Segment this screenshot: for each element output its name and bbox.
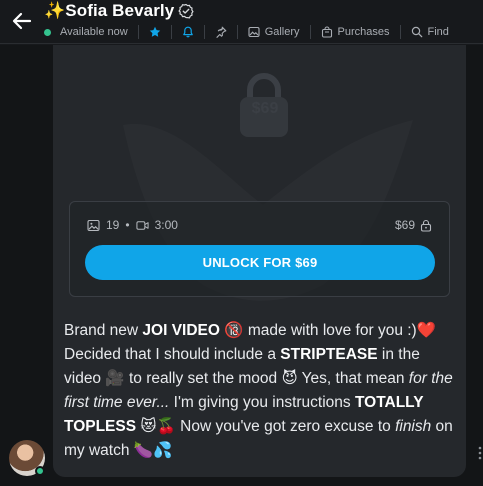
chat-header: ✨Sofia Bevarly Available now Gallery Pur…: [0, 0, 483, 44]
price-text: $69: [394, 218, 415, 232]
media-count: 19: [106, 218, 120, 232]
message-text: Brand new JOI VIDEO 🔞 made with love for…: [64, 319, 459, 463]
lock-icon: [420, 219, 432, 232]
title-row: ✨Sofia Bevarly: [44, 0, 194, 22]
message-bubble: $69 19 • 3:00 $69 UNLOCK FOR $69 Brand n…: [53, 45, 466, 477]
tab-label: Purchases: [337, 26, 390, 38]
divider: [309, 25, 311, 39]
search-icon: [411, 26, 422, 38]
media-meta: 19 • 3:00: [87, 218, 178, 232]
pin-icon[interactable]: [215, 26, 227, 38]
online-status-dot: [44, 28, 51, 36]
bold-segment: STRIPTEASE: [280, 346, 378, 363]
locked-media-preview[interactable]: $69 19 • 3:00 $69 UNLOCK FOR $69: [53, 45, 466, 320]
creator-name[interactable]: ✨Sofia Bevarly: [44, 1, 174, 21]
text-segment: Brand new: [64, 322, 143, 339]
dots-icon[interactable]: [478, 446, 482, 460]
italic-segment: finish: [395, 418, 432, 435]
price-tag: $69: [395, 218, 432, 232]
text-segment: 😻🍒 Now you've got zero excuse to: [136, 418, 396, 435]
price-watermark: $69: [251, 100, 279, 117]
tab-label: Find: [427, 26, 449, 38]
chat-area: $69 19 • 3:00 $69 UNLOCK FOR $69 Brand n…: [0, 45, 483, 486]
separator-dot: •: [125, 218, 130, 232]
video-icon: [135, 220, 149, 230]
image-icon: [87, 219, 100, 231]
tab-gallery[interactable]: Gallery: [248, 26, 300, 38]
availability-status: Available now: [60, 26, 128, 38]
divider: [203, 25, 205, 39]
video-duration: 3:00: [154, 218, 178, 232]
unlock-card: 19 • 3:00 $69 UNLOCK FOR $69: [69, 201, 450, 297]
header-toolbar: Available now Gallery Purchases Find: [44, 23, 449, 41]
star-icon[interactable]: [149, 26, 161, 38]
bell-icon[interactable]: [182, 26, 194, 38]
tab-find[interactable]: Find: [411, 26, 449, 38]
divider: [236, 25, 238, 39]
tab-purchases[interactable]: Purchases: [321, 26, 390, 38]
divider: [137, 25, 139, 39]
tab-label: Gallery: [264, 26, 300, 38]
divider: [170, 25, 172, 39]
back-arrow-icon[interactable]: [10, 9, 34, 33]
text-segment: I'm giving you instructions: [169, 394, 355, 411]
verified-icon: [178, 3, 194, 19]
unlock-button[interactable]: UNLOCK FOR $69: [85, 245, 435, 280]
divider: [399, 25, 401, 39]
image-icon: [248, 26, 260, 38]
bag-icon: [321, 26, 332, 38]
avatar-online-dot: [35, 466, 45, 476]
bold-segment: JOI VIDEO: [142, 322, 220, 339]
